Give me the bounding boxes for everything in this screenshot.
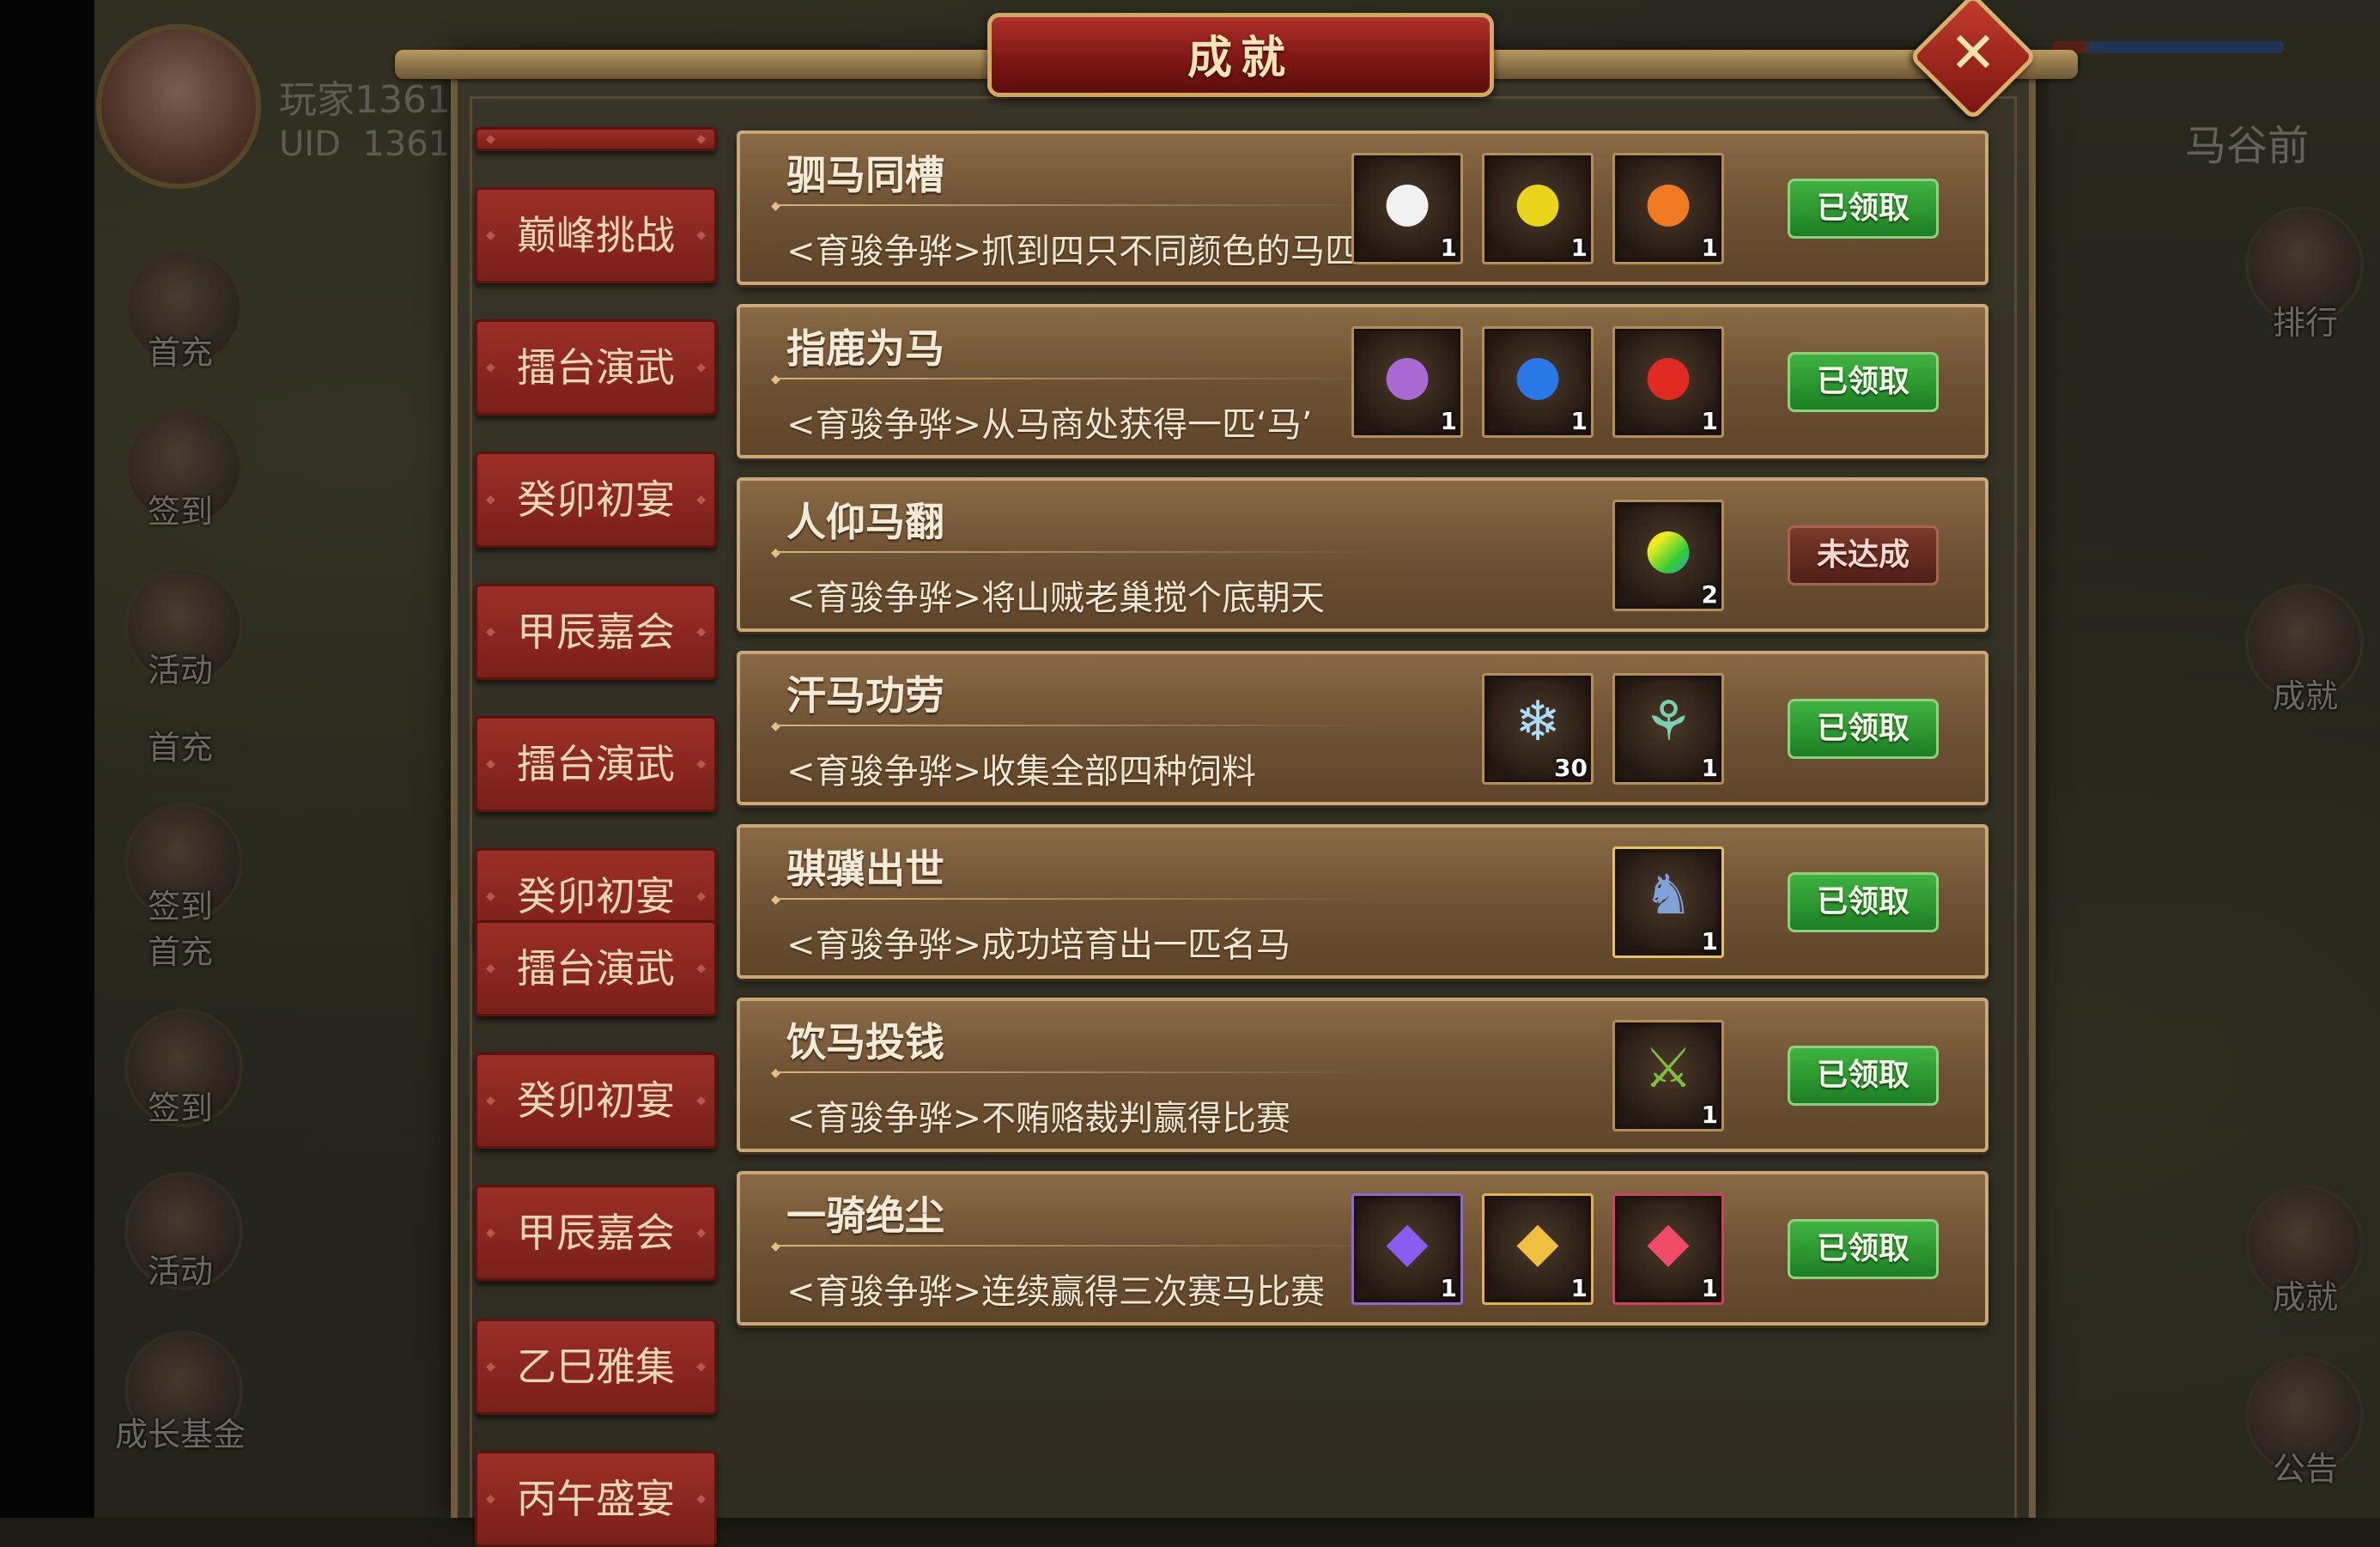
tab-category[interactable]: 丙午盛宴 [475,1451,717,1547]
reward-item[interactable]: ◆ 1 [1612,1193,1724,1305]
claim-status-button[interactable]: 已领取 [1788,352,1939,412]
red-gem-icon: ◆ [1647,1210,1690,1274]
item-qty: 30 [1554,754,1588,782]
achievement-desc: <育骏争骅>成功培育出一匹名马 [786,925,1291,965]
divider-dot: ◆ [771,199,780,213]
achievement-desc: <育骏争骅>不贿赂裁判赢得比赛 [786,1099,1291,1138]
achievement-title: 指鹿为马 [786,325,944,372]
achievement-desc: <育骏争骅>抓到四只不同颜色的马匹 [786,232,1360,271]
claim-status-button[interactable]: 已领取 [1788,1219,1939,1279]
divider [776,898,1377,900]
divider [776,551,1377,553]
reward-item[interactable]: ● 1 [1351,326,1463,438]
item-qty: 1 [1440,407,1457,435]
purple-fruit-icon: ● [1383,343,1431,407]
close-icon[interactable]: ✕ [1928,19,2019,88]
orange-fruit-icon: ● [1644,170,1692,234]
reward-item[interactable]: ◆ 1 [1351,1193,1463,1305]
item-qty: 1 [1570,1274,1588,1302]
claim-status-button[interactable]: 未达成 [1788,525,1939,585]
item-qty: 1 [1701,927,1718,956]
item-qty: 1 [1570,234,1588,262]
achievement-title: 汗马功劳 [786,672,944,719]
tab-partial[interactable] [475,127,717,151]
blue-fruit-icon: ● [1514,343,1562,407]
tab-category[interactable]: 癸卯初宴 [475,452,717,548]
achievement-row: 人仰马翻 ◆ <育骏争骅>将山贼老巢搅个底朝天 ● 2 未达成 [737,477,1988,632]
claim-status-button[interactable]: 已领取 [1788,1046,1939,1106]
achievement-desc: <育骏争骅>收集全部四种饲料 [786,752,1257,792]
divider-dot: ◆ [771,893,780,907]
item-qty: 1 [1440,1274,1457,1302]
divider-dot: ◆ [771,1240,780,1253]
item-qty: 2 [1701,580,1718,609]
tab-category[interactable]: 擂台演武 [475,716,717,812]
tab-category[interactable]: 甲辰嘉会 [475,1185,717,1281]
achievement-row: 汗马功劳 ◆ <育骏争骅>收集全部四种饲料 ❄ 30 ⚘ 1 已领取 [737,651,1988,805]
divider [776,725,1377,726]
tab-category[interactable]: 擂台演武 [475,319,717,416]
reward-item[interactable]: ● 1 [1482,326,1594,438]
achievement-title: 人仰马翻 [786,499,944,545]
tab-category[interactable]: 癸卯初宴 [475,1053,717,1149]
achievement-desc: <育骏争骅>连续赢得三次赛马比赛 [786,1272,1326,1312]
ice-crystal-icon: ❄ [1515,690,1561,754]
divider [776,378,1377,379]
achievement-title: 一骑绝尘 [786,1192,944,1239]
purple-gem-icon: ◆ [1386,1210,1429,1274]
achievement-row: 指鹿为马 ◆ <育骏争骅>从马商处获得一匹‘马’ ● 1 ● 1 ● 1 已领取 [737,304,1988,458]
reward-item[interactable]: ⚔ 1 [1612,1020,1724,1131]
achievement-row: 一骑绝尘 ◆ <育骏争骅>连续赢得三次赛马比赛 ◆ 1 ◆ 1 ◆ 1 已领取 [737,1171,1988,1326]
reward-item[interactable]: ◆ 1 [1482,1193,1594,1305]
divider [776,1071,1377,1073]
achievement-row: 骐骥出世 ◆ <育骏争骅>成功培育出一匹名马 ♞ 1 已领取 [737,824,1988,979]
divider-dot: ◆ [771,373,780,386]
green-armor-icon: ⚔ [1643,1037,1693,1101]
gold-gem-icon: ◆ [1516,1210,1559,1274]
reward-item[interactable]: ● 1 [1612,326,1724,438]
rainbow-orb-icon: ● [1615,513,1721,585]
divider-dot: ◆ [771,1066,780,1080]
tab-category[interactable]: 乙巳雅集 [475,1319,717,1415]
claim-status-button[interactable]: 已领取 [1788,179,1939,239]
item-qty: 1 [1701,407,1718,435]
item-qty: 1 [1701,1101,1718,1129]
reward-item[interactable]: ● 1 [1351,153,1463,264]
claim-status-button[interactable]: 已领取 [1788,872,1939,932]
claim-status-button[interactable]: 已领取 [1788,699,1939,759]
achievement-title: 骐骥出世 [786,846,944,892]
item-qty: 1 [1701,234,1718,262]
achievement-title: 驷马同槽 [786,152,944,198]
reward-item[interactable]: ♞ 1 [1612,846,1724,958]
divider [776,1245,1377,1247]
divider-dot: ◆ [771,719,780,733]
red-fruit-icon: ● [1644,343,1692,407]
tab-category[interactable]: 擂台演武 [475,920,717,1016]
achievement-desc: <育骏争骅>将山贼老巢搅个底朝天 [786,579,1326,618]
achievement-row: 饮马投钱 ◆ <育骏争骅>不贿赂裁判赢得比赛 ⚔ 1 已领取 [737,998,1988,1152]
achievement-title: 饮马投钱 [786,1019,944,1065]
panel-title: 成就 [1187,33,1294,84]
reward-item[interactable]: ● 1 [1612,153,1724,264]
item-qty: 1 [1440,234,1457,262]
screen-edge [0,0,94,1518]
divider-dot: ◆ [771,546,780,560]
reward-item[interactable]: ❄ 30 [1482,673,1594,785]
herb-root-icon: ⚘ [1643,690,1693,754]
reward-item[interactable]: ● 1 [1482,153,1594,264]
warrior-portrait-icon: ♞ [1643,864,1693,927]
tab-category[interactable]: 甲辰嘉会 [475,584,717,680]
reward-item[interactable]: ⚘ 1 [1612,673,1724,785]
reward-item[interactable]: ● 2 [1612,500,1724,611]
divider [776,204,1377,206]
achievement-desc: <育骏争骅>从马商处获得一匹‘马’ [786,405,1313,445]
tab-category[interactable]: 巅峰挑战 [475,187,717,283]
item-qty: 1 [1570,407,1588,435]
item-qty: 1 [1701,754,1718,782]
yellow-fruit-icon: ● [1514,170,1562,234]
white-fruit-icon: ● [1383,170,1431,234]
achievement-row: 驷马同槽 ◆ <育骏争骅>抓到四只不同颜色的马匹 ● 1 ● 1 ● 1 已领取 [737,130,1988,285]
item-qty: 1 [1701,1274,1718,1302]
